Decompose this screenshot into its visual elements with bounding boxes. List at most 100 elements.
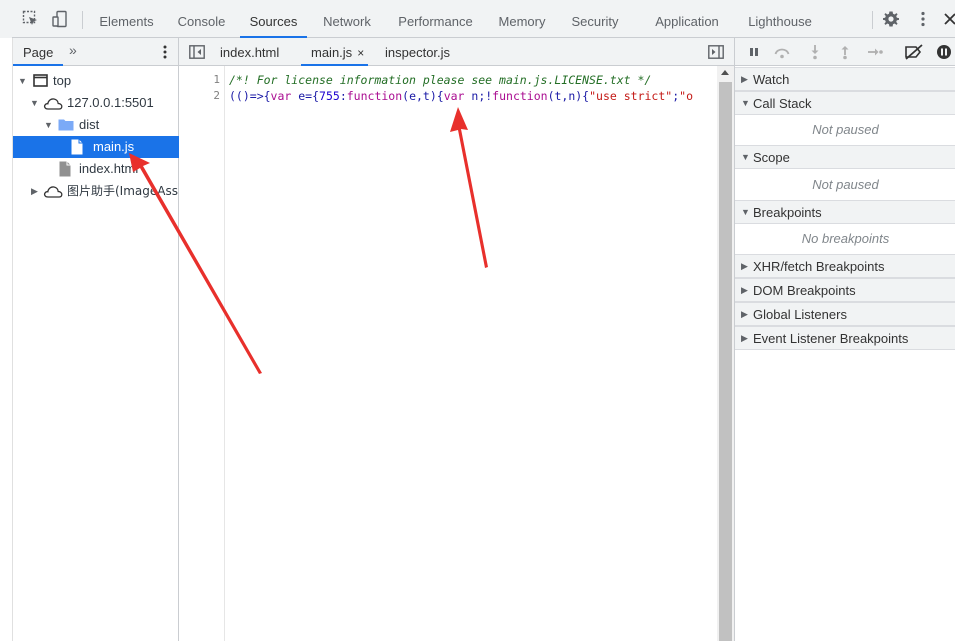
tab-page[interactable]: Page: [13, 38, 64, 66]
section-xhr-breakpoints[interactable]: ▶ XHR/fetch Breakpoints: [735, 254, 955, 278]
editor-tab-label: main.js: [311, 45, 353, 60]
navigator-panel: Page » ▼ top ▼ 127.0.0.1:5501 ▼ dist mai…: [12, 38, 179, 641]
tab-console[interactable]: Console: [168, 0, 235, 38]
expanded-triangle-icon[interactable]: ▼: [44, 114, 53, 136]
more-options-icon[interactable]: [913, 9, 933, 29]
section-call-stack[interactable]: ▼ Call Stack: [735, 91, 955, 115]
code-keyword: function: [346, 89, 403, 103]
editor-tab-inspector-js[interactable]: inspector.js: [385, 38, 450, 66]
section-dom-breakpoints[interactable]: ▶ DOM Breakpoints: [735, 278, 955, 302]
code-line-1: /*! For license information please see m…: [229, 72, 651, 88]
debugger-toolbar: [735, 38, 955, 66]
gear-icon[interactable]: [881, 9, 901, 29]
code-comment: /*! For license information please see m…: [229, 73, 652, 87]
file-icon: [59, 161, 71, 177]
code-number: 755: [319, 89, 340, 103]
call-stack-status: Not paused: [812, 122, 879, 137]
section-title: Call Stack: [753, 96, 812, 111]
tab-sources[interactable]: Sources: [240, 0, 307, 38]
breakpoints-status: No breakpoints: [801, 231, 890, 246]
pause-icon[interactable]: [745, 44, 763, 60]
tab-memory[interactable]: Memory: [488, 0, 556, 38]
tree-item-extension[interactable]: ▶ 图片助手(ImageAssistant): [13, 180, 179, 202]
collapsed-triangle-icon: ▶: [741, 309, 748, 319]
section-scope[interactable]: ▼ Scope: [735, 145, 955, 169]
tree-item-main-js[interactable]: main.js: [13, 136, 179, 158]
deactivate-breakpoints-icon[interactable]: [903, 44, 925, 60]
line-number[interactable]: 1: [213, 72, 220, 88]
collapsed-triangle-icon: ▶: [741, 333, 748, 343]
step-icon[interactable]: [866, 44, 884, 60]
toolbar-divider: [82, 11, 83, 29]
tree-item-origin[interactable]: ▼ 127.0.0.1:5501: [13, 92, 179, 114]
navigator-menu-icon[interactable]: [162, 44, 168, 60]
scrollbar-thumb[interactable]: [719, 82, 732, 641]
code-line-2: (()=>{var e={755:function(e,t){var n;!fu…: [229, 88, 693, 104]
pause-on-exceptions-icon[interactable]: [935, 44, 953, 60]
section-title: DOM Breakpoints: [753, 283, 856, 298]
device-toolbar-icon[interactable]: [50, 9, 70, 29]
section-breakpoints[interactable]: ▼ Breakpoints: [735, 200, 955, 224]
folder-icon: [58, 119, 74, 131]
collapsed-triangle-icon: ▶: [741, 285, 748, 295]
tab-performance[interactable]: Performance: [388, 0, 483, 38]
section-watch[interactable]: ▶ Watch: [735, 67, 955, 91]
step-out-icon[interactable]: [836, 44, 854, 60]
step-into-icon[interactable]: [806, 44, 824, 60]
window-edge: [0, 0, 12, 38]
tree-item-index-html[interactable]: index.html: [13, 158, 179, 180]
close-icon[interactable]: [940, 9, 955, 29]
close-tab-icon[interactable]: ×: [357, 46, 364, 60]
editor-tab-index-html[interactable]: index.html: [220, 38, 279, 66]
more-tabs-button[interactable]: »: [69, 42, 77, 58]
code-token: e={: [291, 89, 320, 103]
code-token: (e,t){: [402, 89, 444, 103]
devtools-tab-bar: Elements Console Sources Network Perform…: [0, 0, 955, 38]
tab-network[interactable]: Network: [312, 0, 382, 38]
tree-item-top[interactable]: ▼ top: [13, 70, 179, 92]
toggle-debugger-icon[interactable]: [708, 45, 724, 59]
editor-tabs: index.html main.js × inspector.js: [179, 38, 734, 66]
tree-item-label: top: [53, 73, 72, 88]
expanded-triangle-icon: ▼: [741, 207, 750, 217]
section-title: Watch: [753, 72, 790, 87]
section-title: Scope: [753, 150, 790, 165]
cloud-icon: [43, 186, 63, 198]
section-global-listeners[interactable]: ▶ Global Listeners: [735, 302, 955, 326]
section-title: Event Listener Breakpoints: [753, 331, 909, 346]
cloud-icon: [43, 98, 63, 110]
code-token: n;!: [464, 89, 493, 103]
tab-lighthouse[interactable]: Lighthouse: [738, 0, 822, 38]
tab-application[interactable]: Application: [645, 0, 729, 38]
collapsed-triangle-icon: ▶: [741, 74, 748, 84]
scope-status: Not paused: [812, 177, 879, 192]
code-keyword: var: [270, 89, 292, 103]
scroll-up-arrow-icon[interactable]: [721, 70, 729, 75]
step-over-icon[interactable]: [773, 44, 791, 60]
tree-item-label: 127.0.0.1:5501: [67, 95, 154, 110]
expanded-triangle-icon[interactable]: ▼: [30, 92, 39, 114]
collapsed-triangle-icon[interactable]: ▶: [31, 180, 38, 202]
code-string: "use strict": [589, 89, 673, 103]
toolbar-divider: [872, 11, 873, 29]
tab-security[interactable]: Security: [562, 0, 628, 38]
tree-item-dist[interactable]: ▼ dist: [13, 114, 179, 136]
tree-item-label: dist: [79, 117, 100, 132]
code-token: (t,n){: [547, 89, 590, 103]
toggle-navigator-icon[interactable]: [189, 45, 205, 59]
inspect-element-icon[interactable]: [21, 9, 41, 29]
tab-elements[interactable]: Elements: [90, 0, 163, 38]
code-token: (()=>{: [229, 89, 271, 103]
editor-tab-label: index.html: [220, 45, 280, 60]
code-token: :: [339, 89, 347, 103]
section-event-listener-breakpoints[interactable]: ▶ Event Listener Breakpoints: [735, 326, 955, 350]
expanded-triangle-icon[interactable]: ▼: [18, 70, 27, 92]
code-keyword: function: [492, 89, 548, 103]
code-area[interactable]: /*! For license information please see m…: [229, 66, 717, 641]
line-number[interactable]: 2: [213, 88, 220, 104]
editor-scrollbar[interactable]: [717, 66, 734, 641]
section-title: XHR/fetch Breakpoints: [753, 259, 885, 274]
expanded-triangle-icon: ▼: [741, 152, 750, 162]
tree-item-label: main.js: [93, 139, 135, 154]
editor-tab-main-js[interactable]: main.js ×: [301, 38, 369, 66]
